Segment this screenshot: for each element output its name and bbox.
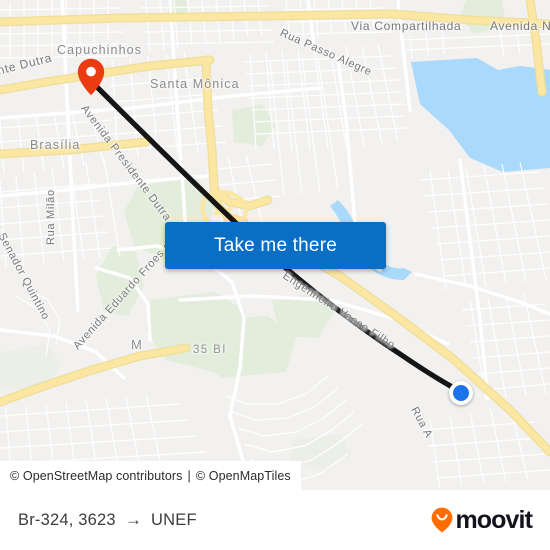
origin-pin-marker[interactable] [77, 58, 105, 96]
map-attribution: © OpenStreetMap contributors | © OpenMap… [0, 461, 301, 490]
footer-bar: Br-324, 3623 → UNEF moovit [0, 490, 550, 550]
attribution-osm[interactable]: © OpenStreetMap contributors [10, 469, 183, 483]
moovit-wordmark: moovit [455, 505, 532, 534]
attribution-openmaptiles[interactable]: © OpenMapTiles [196, 469, 291, 483]
moovit-pin-icon [432, 507, 453, 533]
destination-dot-marker[interactable] [449, 381, 473, 405]
moovit-map-screen: Capuchinhos Santa Mônica Brasília 35 BI … [0, 0, 550, 550]
attribution-separator: | [187, 468, 191, 483]
route-summary: Br-324, 3623 → UNEF [18, 510, 197, 530]
moovit-logo[interactable]: moovit [431, 505, 533, 535]
map-pin-icon [77, 58, 105, 96]
route-origin-label: Br-324, 3623 [18, 510, 116, 529]
take-me-there-button[interactable]: Take me there [165, 222, 386, 269]
arrow-right-icon: → [124, 510, 143, 529]
map-canvas[interactable]: Capuchinhos Santa Mônica Brasília 35 BI … [0, 0, 550, 490]
route-destination-label: UNEF [151, 510, 197, 529]
